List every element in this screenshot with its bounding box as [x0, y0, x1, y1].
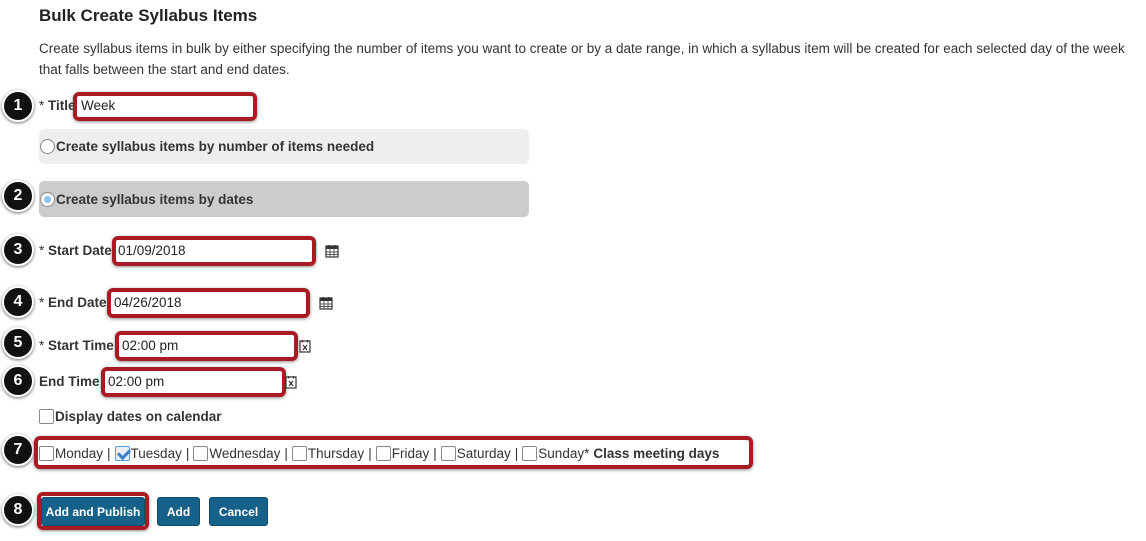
day-wednesday[interactable]: Wednesday: [193, 445, 281, 461]
page-description: Create syllabus items in bulk by either …: [39, 41, 1125, 77]
required-mark: *: [39, 98, 45, 113]
day-friday[interactable]: Friday: [375, 445, 430, 461]
start-date-label-text: Start Date: [48, 243, 112, 258]
day-wednesday-label: Wednesday: [209, 445, 281, 461]
end-date-label-text: End Date: [48, 295, 107, 310]
day-tuesday[interactable]: Tuesday: [114, 445, 182, 461]
day-saturday[interactable]: Saturday: [440, 445, 511, 461]
day-monday[interactable]: Monday: [39, 445, 104, 461]
class-meeting-days-label: Class meeting days: [593, 445, 720, 461]
day-saturday-label: Saturday: [456, 445, 511, 461]
display-on-calendar[interactable]: Display dates on calendar: [39, 409, 222, 424]
display-on-calendar-checkbox[interactable]: [39, 409, 54, 424]
option-by-number-label: Create syllabus items by number of items…: [56, 139, 375, 154]
required-mark: *: [584, 445, 590, 461]
start-time-label: * Start Time: [39, 338, 114, 353]
start-date-label: * Start Date: [39, 243, 112, 258]
add-and-publish-button[interactable]: Add and Publish: [41, 497, 145, 526]
clock-icon[interactable]: [299, 339, 311, 353]
day-separator: |: [368, 445, 372, 461]
callout-7: 7: [2, 434, 34, 466]
day-monday-checkbox[interactable]: [39, 445, 54, 461]
day-separator: |: [514, 445, 519, 461]
display-on-calendar-label: Display dates on calendar: [55, 409, 222, 424]
callout-2: 2: [2, 180, 34, 212]
day-separator: |: [284, 445, 288, 461]
day-saturday-checkbox[interactable]: [440, 445, 456, 461]
day-thursday[interactable]: Thursday: [291, 445, 365, 461]
start-time-input[interactable]: 02:00 pm: [118, 335, 296, 359]
clock-icon[interactable]: [285, 375, 297, 389]
option-by-number[interactable]: Create syllabus items by number of items…: [39, 129, 529, 164]
day-thursday-label: Thursday: [307, 445, 365, 461]
option-by-dates-label: Create syllabus items by dates: [56, 191, 254, 207]
start-date-input[interactable]: 01/09/2018: [114, 240, 314, 264]
end-time-label: End Time: [39, 374, 100, 389]
day-friday-label: Friday: [391, 445, 430, 461]
day-sunday-label: Sunday: [538, 445, 585, 461]
day-thursday-checkbox[interactable]: [291, 445, 307, 461]
day-separator: |: [107, 445, 111, 461]
end-time-label-text: End Time: [39, 374, 100, 389]
day-separator: |: [185, 445, 190, 461]
calendar-icon[interactable]: [325, 244, 339, 258]
end-time-input[interactable]: 02:00 pm: [104, 371, 284, 395]
callout-5: 5: [2, 327, 34, 359]
day-wednesday-checkbox[interactable]: [193, 445, 209, 461]
callout-8: 8: [2, 494, 34, 526]
day-tuesday-checkbox[interactable]: [114, 445, 130, 461]
day-sunday[interactable]: Sunday: [522, 445, 585, 461]
radio-by-dates[interactable]: [40, 191, 55, 207]
day-tuesday-label: Tuesday: [130, 445, 182, 461]
callout-3: 3: [2, 234, 34, 266]
day-friday-checkbox[interactable]: [375, 445, 391, 461]
start-time-label-text: Start Time: [48, 338, 114, 353]
day-sunday-checkbox[interactable]: [522, 445, 538, 461]
title-label-text: Title: [48, 98, 76, 113]
required-mark: *: [39, 295, 45, 310]
required-mark: *: [39, 243, 45, 258]
callout-1: 1: [2, 90, 34, 122]
option-by-dates[interactable]: Create syllabus items by dates: [39, 181, 529, 217]
day-monday-label: Monday: [55, 445, 104, 461]
end-date-input[interactable]: 04/26/2018: [110, 292, 308, 316]
title-label: * Title: [39, 98, 76, 113]
day-separator: |: [433, 445, 437, 461]
callout-4: 4: [2, 286, 34, 318]
end-date-label: * End Date: [39, 295, 107, 310]
required-mark: *: [39, 338, 45, 353]
page-title: Bulk Create Syllabus Items: [39, 6, 258, 25]
class-meeting-days: Monday | Tuesday | Wednesday | Thursday …: [39, 444, 719, 462]
title-input[interactable]: Week: [77, 95, 255, 119]
callout-6: 6: [2, 365, 34, 397]
cancel-button[interactable]: Cancel: [209, 497, 268, 526]
add-button[interactable]: Add: [157, 497, 200, 526]
calendar-icon[interactable]: [319, 296, 333, 310]
radio-by-number[interactable]: [40, 139, 55, 154]
